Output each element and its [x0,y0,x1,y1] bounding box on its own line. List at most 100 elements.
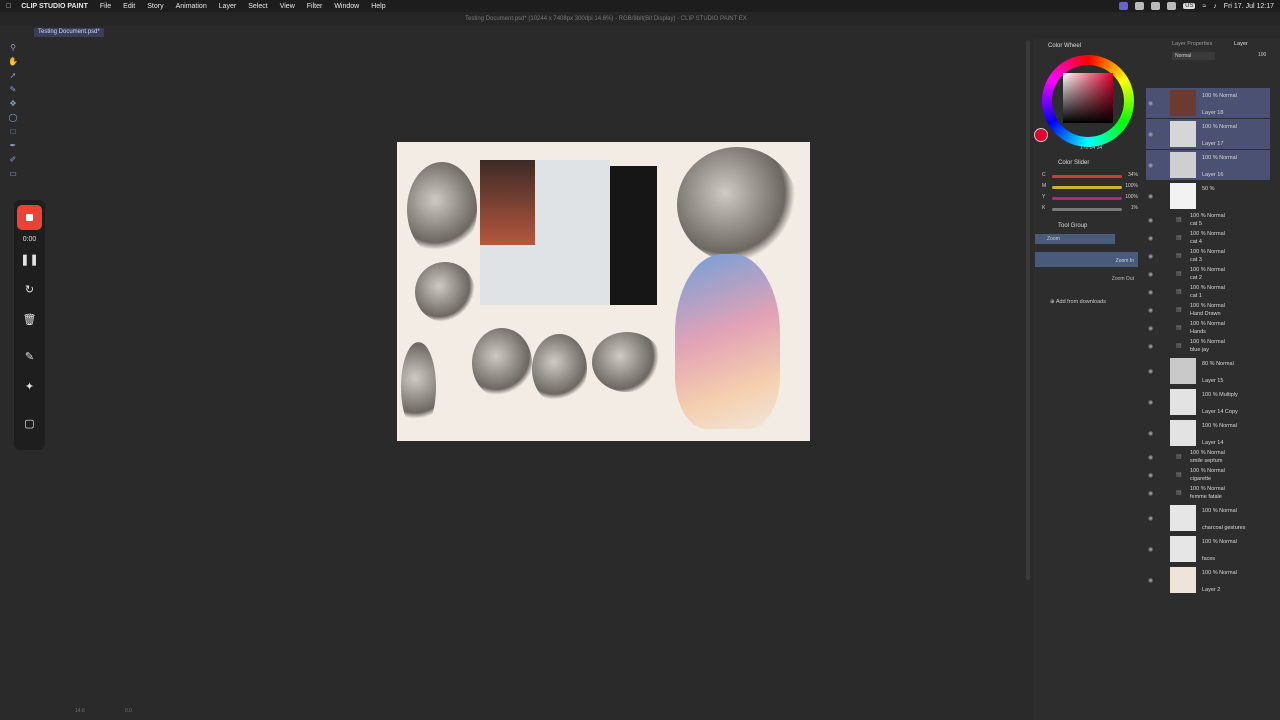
apple-icon[interactable]:  [6,3,11,10]
rotation-value[interactable]: 0.0 [125,708,132,714]
move-tool-icon[interactable]: ✥ [6,98,20,110]
layer-row[interactable]: ◉ ▤ 100 % Normal cat 4 [1146,230,1270,247]
layer-row[interactable]: ◉ 100 % Normal charcoal gestures [1146,503,1270,533]
menu-edit[interactable]: Edit [123,3,135,10]
layer-row[interactable]: ◉ 80 % Normal Layer 15 [1146,356,1270,386]
document-tab[interactable]: Testing Document.psd* [34,28,104,37]
visibility-eye-icon[interactable]: ◉ [1148,399,1153,406]
layer-name: Layer 14 Copy [1202,409,1238,415]
app-menu[interactable]: CLIP STUDIO PAINT [21,3,88,10]
volume-icon[interactable]: ♪ [1213,3,1217,10]
layer-row[interactable]: ◉ 100 % Normal Layer 16 [1146,150,1270,180]
effects-icon[interactable]: ✦ [14,380,45,393]
tab-layer-properties[interactable]: Layer Properties [1172,41,1212,47]
layer-row[interactable]: ◉ ▤ 100 % Normal Hand Drawn [1146,302,1270,319]
eyedropper-tool-icon[interactable]: ✎ [6,84,20,96]
selection-tool-icon[interactable]: □ [6,126,20,138]
visibility-eye-icon[interactable]: ◉ [1148,235,1153,242]
wifi-icon[interactable]: ≈ [1202,3,1206,10]
menu-window[interactable]: Window [334,3,359,10]
visibility-eye-icon[interactable]: ◉ [1148,430,1153,437]
clock[interactable]: Fri 17. Jul 12:17 [1224,3,1274,10]
slider-row-y[interactable]: Y 100% [1042,194,1142,205]
layer-row[interactable]: ◉ ▤ 100 % Normal femme fatale [1146,485,1270,502]
restart-icon[interactable]: ↻ [14,283,45,296]
visibility-eye-icon[interactable]: ◉ [1148,100,1153,107]
menu-view[interactable]: View [280,3,295,10]
pause-icon[interactable]: ❚❚ [14,253,45,266]
status-icon[interactable] [1167,2,1177,10]
menu-animation[interactable]: Animation [176,3,207,10]
hand-tool-icon[interactable]: ✋ [6,56,20,68]
visibility-eye-icon[interactable]: ◉ [1148,325,1153,332]
visibility-eye-icon[interactable]: ◉ [1148,472,1153,479]
layer-row[interactable]: ◉ ▤ 100 % Normal cat 1 [1146,284,1270,301]
visibility-eye-icon[interactable]: ◉ [1148,131,1153,138]
canvas-vertical-scrollbar[interactable] [1026,40,1030,580]
blend-mode-select[interactable]: Normal [1172,52,1215,60]
visibility-eye-icon[interactable]: ◉ [1148,577,1153,584]
layer-row[interactable]: ◉ ▤ 100 % Normal cat 5 [1146,212,1270,229]
trash-icon[interactable]: 🗑 [14,313,45,326]
layer-row[interactable]: ◉ ▤ 100 % Normal blue jay [1146,338,1270,355]
visibility-eye-icon[interactable]: ◉ [1148,454,1153,461]
screen-record-icon[interactable] [1119,2,1129,10]
zoom-value[interactable]: 14.6 [75,708,85,714]
visibility-eye-icon[interactable]: ◉ [1148,307,1153,314]
saturation-value-square[interactable] [1063,73,1113,123]
slider-row-c[interactable]: C 34% [1042,172,1142,183]
layer-row[interactable]: ◉ 100 % Multiply Layer 14 Copy [1146,387,1270,417]
slider-row-m[interactable]: M 100% [1042,183,1142,194]
add-from-downloads-button[interactable]: ⊕ Add from downloads [1050,299,1106,305]
layer-row[interactable]: ◉ 100 % Normal Layer 17 [1146,119,1270,149]
layer-row[interactable]: ◉ ▤ 100 % Normal cat 3 [1146,248,1270,265]
zoom-tool-icon[interactable]: ⚲ [6,42,20,54]
visibility-eye-icon[interactable]: ◉ [1148,193,1153,200]
tool-zoom-out[interactable]: Zoom Out [1035,270,1138,285]
tool-zoom-in[interactable]: Zoom In [1035,252,1138,267]
stop-recording-button[interactable] [17,205,42,230]
operation-tool-icon[interactable]: ➚ [6,70,20,82]
brush-tool-icon[interactable]: ✐ [6,154,20,166]
menu-help[interactable]: Help [371,3,385,10]
layer-row[interactable]: ◉ 100 % Normal Layer 14 [1146,418,1270,448]
eraser-tool-icon[interactable]: ▭ [6,168,20,180]
layer-row[interactable]: ◉ ▤ 100 % Normal cat 2 [1146,266,1270,283]
pen-tool-icon[interactable]: ✒ [6,140,20,152]
menu-filter[interactable]: Filter [307,3,323,10]
language-badge[interactable]: US [1183,3,1196,9]
visibility-eye-icon[interactable]: ◉ [1148,515,1153,522]
layer-row[interactable]: ◉ ▤ 100 % Normal Hands [1146,320,1270,337]
menu-select[interactable]: Select [248,3,267,10]
visibility-eye-icon[interactable]: ◉ [1148,271,1153,278]
layer-row[interactable]: ◉ 50 % [1146,181,1270,211]
layer-row[interactable]: ◉ ▤ 100 % Normal cigarette [1146,467,1270,484]
menu-file[interactable]: File [100,3,111,10]
status-icon[interactable] [1151,2,1161,10]
visibility-eye-icon[interactable]: ◉ [1148,162,1153,169]
slider-row-k[interactable]: K 1% [1042,205,1142,216]
main-color-swatch[interactable] [1034,128,1048,142]
drawing-canvas[interactable] [397,142,810,441]
visibility-eye-icon[interactable]: ◉ [1148,343,1153,350]
visibility-eye-icon[interactable]: ◉ [1148,546,1153,553]
menu-story[interactable]: Story [147,3,163,10]
status-icon[interactable] [1135,2,1145,10]
visibility-eye-icon[interactable]: ◉ [1148,253,1153,260]
layer-row[interactable]: ◉ 100 % Normal Layer 2 [1146,565,1270,595]
visibility-eye-icon[interactable]: ◉ [1148,368,1153,375]
lasso-tool-icon[interactable]: ◯ [6,112,20,124]
tab-layer[interactable]: Layer [1234,41,1248,47]
layer-opacity[interactable]: 100 [1258,52,1266,58]
color-slider-title: Color Slider [1058,160,1090,166]
visibility-eye-icon[interactable]: ◉ [1148,289,1153,296]
visibility-eye-icon[interactable]: ◉ [1148,490,1153,497]
visibility-eye-icon[interactable]: ◉ [1148,217,1153,224]
menu-layer[interactable]: Layer [219,3,237,10]
tool-zoom[interactable]: Zoom [1035,234,1115,244]
camera-icon[interactable]: ▢ [14,417,45,430]
layer-row[interactable]: ◉ 100 % Normal faces [1146,534,1270,564]
pen-annotate-icon[interactable]: ✎ [14,350,45,363]
layer-row[interactable]: ◉ 100 % Normal Layer 18 [1146,88,1270,118]
layer-row[interactable]: ◉ ▤ 100 % Normal smile septum [1146,449,1270,466]
